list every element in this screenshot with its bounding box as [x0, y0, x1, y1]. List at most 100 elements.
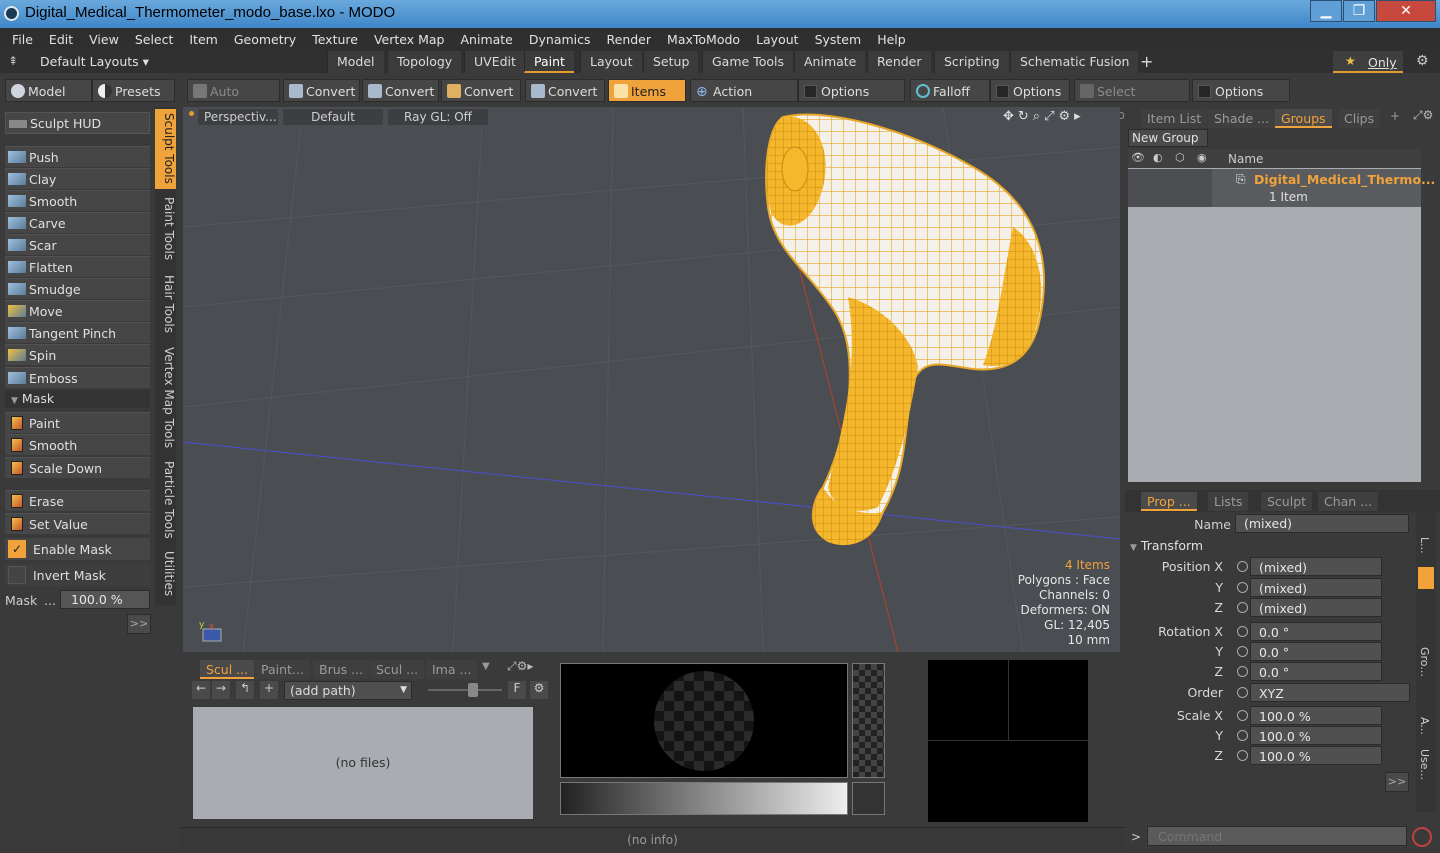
falloff-options[interactable]: Options — [990, 79, 1070, 102]
new-group-button[interactable]: New Group — [1128, 129, 1208, 147]
close-button[interactable]: ✕ — [1376, 0, 1436, 22]
side-tab-use[interactable]: Use... — [1418, 749, 1431, 780]
falloff-button[interactable]: Falloff — [910, 79, 990, 102]
property-value-field[interactable]: 0.0 ° — [1250, 642, 1382, 661]
keyframe-dot-icon[interactable] — [1237, 626, 1248, 637]
mask-smooth[interactable]: Smooth — [5, 434, 150, 455]
options-checkbox[interactable] — [804, 85, 817, 98]
tab-hair-tools[interactable]: Hair Tools — [155, 271, 176, 337]
tab-setup[interactable]: Setup — [643, 51, 699, 73]
property-row[interactable]: Z 0.0 ° — [1125, 662, 1415, 682]
tool-smooth[interactable]: Smooth — [5, 190, 150, 211]
property-value-field[interactable]: 0.0 ° — [1250, 662, 1382, 681]
tab-shading[interactable]: Shade ... — [1208, 109, 1276, 128]
groups-list[interactable]: 👁 ◐ ⬡ ◉ Name ⎘ Digital_Medical_Thermo...… — [1128, 149, 1435, 482]
tab-topology[interactable]: Topology — [387, 51, 462, 73]
viewport-canvas[interactable]: y x — [183, 107, 1120, 652]
property-row[interactable]: Order XYZ — [1125, 683, 1415, 703]
add-tab-icon[interactable]: + — [1390, 109, 1400, 123]
tab-animate[interactable]: Animate — [794, 51, 866, 73]
property-row[interactable]: Y 0.0 ° — [1125, 642, 1415, 662]
select-through-button[interactable]: Select Through — [1074, 79, 1190, 122]
back-arrow-icon[interactable]: ← — [192, 681, 210, 699]
name-column-header[interactable]: Name — [1228, 152, 1263, 166]
properties-more-button[interactable]: >> — [1385, 772, 1409, 792]
tab-groups[interactable]: Groups — [1275, 109, 1332, 128]
property-value-field[interactable]: 100.0 % — [1250, 706, 1382, 725]
mask-section-header[interactable]: ▼ Mask — [5, 390, 150, 408]
keyframe-dot-icon[interactable] — [1237, 730, 1248, 741]
tab-scripting[interactable]: Scripting — [934, 51, 1009, 73]
add-tab-button[interactable]: + — [1140, 52, 1153, 71]
path-dropdown[interactable]: (add path) ▼ — [284, 681, 412, 700]
tab-layout[interactable]: Layout — [580, 51, 642, 73]
keyframe-dot-icon[interactable] — [1237, 646, 1248, 657]
view-type-dropdown[interactable]: Perspectiv... — [198, 109, 278, 125]
add-path-icon[interactable]: + — [260, 681, 278, 699]
lock-icon[interactable]: ⬡ — [1175, 151, 1185, 164]
action-center-options[interactable]: Options — [798, 79, 905, 102]
color-swatch[interactable] — [852, 782, 885, 815]
more-button[interactable]: >> — [127, 614, 151, 634]
tab-clips[interactable]: Clips — [1338, 109, 1381, 128]
options-checkbox[interactable] — [996, 85, 1009, 98]
tab-game-tools[interactable]: Game Tools — [702, 51, 793, 73]
keyframe-dot-icon[interactable] — [1237, 750, 1248, 761]
side-tab-active[interactable] — [1418, 567, 1434, 589]
menu-texture[interactable]: Texture — [304, 28, 366, 51]
convert-edges-button[interactable]: Convert — [362, 79, 439, 102]
mask-paint[interactable]: Paint — [5, 412, 150, 433]
raygl-dropdown[interactable]: Ray GL: Off — [388, 109, 488, 125]
sculpt-hud-button[interactable]: Sculpt HUD — [5, 112, 150, 134]
menu-maxtomodo[interactable]: MaxToModo — [659, 28, 748, 51]
viewport-nav-icons[interactable]: ✥↻⌕⤢⚙▸ — [1003, 109, 1085, 124]
tab-sculpt-presets[interactable]: Scul ... — [200, 660, 255, 679]
invert-mask-checkbox[interactable] — [8, 566, 26, 584]
property-row[interactable]: Z 100.0 % — [1125, 746, 1415, 766]
transform-header[interactable]: ▼ Transform — [1130, 538, 1203, 553]
select-through-options[interactable]: Options — [1192, 79, 1290, 102]
options-checkbox[interactable] — [1198, 85, 1211, 98]
property-value-field[interactable]: (mixed) — [1250, 578, 1382, 597]
tab-schematic-fusion[interactable]: Schematic Fusion — [1010, 51, 1139, 73]
pin-icon[interactable]: ⇞ — [8, 54, 18, 68]
panel-expand-icon[interactable]: ⤢⚙▸ — [507, 659, 533, 674]
action-center-button[interactable]: ⊕Action Center — [690, 79, 798, 122]
menu-system[interactable]: System — [807, 28, 870, 51]
group-name[interactable]: Digital_Medical_Thermo... — [1254, 172, 1435, 187]
default-layouts-dropdown[interactable]: Default Layouts ▾ — [40, 54, 149, 69]
keyframe-dot-icon[interactable] — [1237, 687, 1248, 698]
thermometer-model[interactable] — [765, 113, 1046, 546]
property-row[interactable]: Rotation X 0.0 ° — [1125, 622, 1415, 642]
3d-viewport[interactable]: y x Perspectiv... Default Ray GL: Off ✥↻… — [183, 107, 1120, 652]
tab-item-list[interactable]: Item List — [1141, 109, 1208, 128]
mask-set-value[interactable]: Set Value — [5, 513, 150, 534]
tool-move[interactable]: Move — [5, 300, 150, 321]
tool-push[interactable]: Push — [5, 146, 150, 167]
property-value-field[interactable]: 100.0 % — [1250, 726, 1382, 745]
mask-scale-down[interactable]: Scale Down — [5, 457, 150, 478]
side-tab-l[interactable]: L... — [1418, 537, 1431, 554]
property-row[interactable]: Scale X 100.0 % — [1125, 706, 1415, 726]
menu-render[interactable]: Render — [599, 28, 660, 51]
only-toggle[interactable]: Only — [1368, 55, 1397, 70]
property-row[interactable]: Y 100.0 % — [1125, 726, 1415, 746]
tab-images[interactable]: Ima ... — [426, 660, 478, 679]
presets-button[interactable]: Presets — [92, 79, 175, 102]
render-icon[interactable]: ◐ — [1153, 151, 1163, 164]
menu-view[interactable]: View — [81, 28, 127, 51]
up-folder-icon[interactable]: ↰ — [236, 681, 254, 699]
property-row[interactable]: Y (mixed) — [1125, 578, 1415, 598]
keyframe-dot-icon[interactable] — [1237, 666, 1248, 677]
mask-erase[interactable]: Erase — [5, 490, 150, 511]
tab-model[interactable]: Model — [327, 51, 384, 73]
tab-brush-presets[interactable]: Brus ... — [313, 660, 370, 679]
tool-scar[interactable]: Scar — [5, 234, 150, 255]
tab-render[interactable]: Render — [867, 51, 931, 73]
menu-edit[interactable]: Edit — [41, 28, 81, 51]
tabs-dropdown-icon[interactable]: ▼ — [482, 661, 490, 672]
tool-smudge[interactable]: Smudge — [5, 278, 150, 299]
tab-channels[interactable]: Chan ... — [1318, 492, 1379, 511]
convert-polygons-button[interactable]: Convert — [441, 79, 521, 102]
convert-materials-button[interactable]: Convert — [525, 79, 605, 102]
